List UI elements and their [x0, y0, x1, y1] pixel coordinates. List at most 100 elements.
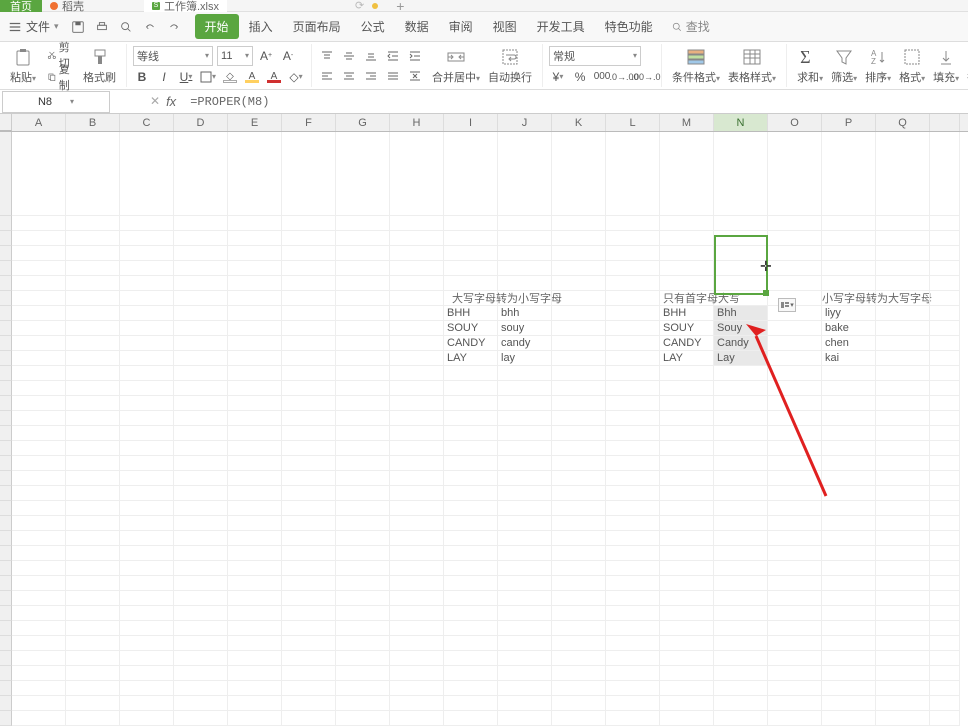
cell-N1[interactable]	[714, 132, 768, 216]
cell-Q18[interactable]	[876, 456, 930, 471]
cell-A29[interactable]	[12, 621, 66, 636]
cell-H12[interactable]	[390, 366, 444, 381]
cell-Q13[interactable]	[876, 381, 930, 396]
cell-H19[interactable]	[390, 471, 444, 486]
select-all-corner[interactable]	[0, 114, 12, 131]
cell-A22[interactable]	[12, 516, 66, 531]
cell-H22[interactable]	[390, 516, 444, 531]
cell-O18[interactable]	[768, 456, 822, 471]
cell-Q2[interactable]	[876, 216, 930, 231]
cell-H25[interactable]	[390, 561, 444, 576]
cell-R14[interactable]	[930, 396, 960, 411]
cell-Q21[interactable]	[876, 501, 930, 516]
cell-Q4[interactable]	[876, 246, 930, 261]
cell-N12[interactable]	[714, 366, 768, 381]
cell-N23[interactable]	[714, 531, 768, 546]
cell-B22[interactable]	[66, 516, 120, 531]
cell-D34[interactable]	[174, 696, 228, 711]
cell-Q7[interactable]	[876, 291, 930, 306]
italic-button[interactable]: I	[155, 68, 173, 86]
cell-M32[interactable]	[660, 666, 714, 681]
cell-O6[interactable]	[768, 276, 822, 291]
cell-K1[interactable]	[552, 132, 606, 216]
cell-N25[interactable]	[714, 561, 768, 576]
cell-I15[interactable]	[444, 411, 498, 426]
cell-E10[interactable]	[228, 336, 282, 351]
cell-G33[interactable]	[336, 681, 390, 696]
align-bottom-button[interactable]	[362, 47, 380, 65]
cancel-formula-icon[interactable]: ✕	[150, 94, 160, 109]
cell-F17[interactable]	[282, 441, 336, 456]
row-header[interactable]	[0, 651, 12, 666]
cell-C18[interactable]	[120, 456, 174, 471]
col-header-I[interactable]: I	[444, 114, 498, 131]
cell-F25[interactable]	[282, 561, 336, 576]
cell-A20[interactable]	[12, 486, 66, 501]
row-header[interactable]	[0, 456, 12, 471]
cell-P26[interactable]	[822, 576, 876, 591]
cell-A21[interactable]	[12, 501, 66, 516]
cell-H18[interactable]	[390, 456, 444, 471]
cell-O29[interactable]	[768, 621, 822, 636]
cell-E1[interactable]	[228, 132, 282, 216]
cell-A5[interactable]	[12, 261, 66, 276]
cell-R18[interactable]	[930, 456, 960, 471]
cell-K33[interactable]	[552, 681, 606, 696]
cell-P13[interactable]	[822, 381, 876, 396]
cell-C2[interactable]	[120, 216, 174, 231]
cell-D2[interactable]	[174, 216, 228, 231]
cell-A30[interactable]	[12, 636, 66, 651]
cell-B31[interactable]	[66, 651, 120, 666]
cell-R5[interactable]	[930, 261, 960, 276]
cell-H13[interactable]	[390, 381, 444, 396]
cell-N6[interactable]	[714, 276, 768, 291]
cell-G7[interactable]	[336, 291, 390, 306]
cell-J8[interactable]: bhh	[498, 306, 552, 321]
cell-L17[interactable]	[606, 441, 660, 456]
cell-L14[interactable]	[606, 396, 660, 411]
cell-O12[interactable]	[768, 366, 822, 381]
cell-I23[interactable]	[444, 531, 498, 546]
cell-H32[interactable]	[390, 666, 444, 681]
cell-C15[interactable]	[120, 411, 174, 426]
ribbon-tab-special[interactable]: 特色功能	[595, 14, 663, 39]
cell-R12[interactable]	[930, 366, 960, 381]
cell-Q28[interactable]	[876, 606, 930, 621]
col-header-F[interactable]: F	[282, 114, 336, 131]
cell-J9[interactable]: souy	[498, 321, 552, 336]
row-col-button[interactable]: 行和	[963, 47, 968, 85]
cell-I4[interactable]	[444, 246, 498, 261]
cell-K14[interactable]	[552, 396, 606, 411]
cell-R16[interactable]	[930, 426, 960, 441]
cell-O2[interactable]	[768, 216, 822, 231]
cell-Q22[interactable]	[876, 516, 930, 531]
cell-N21[interactable]	[714, 501, 768, 516]
cell-K5[interactable]	[552, 261, 606, 276]
col-header-O[interactable]: O	[768, 114, 822, 131]
cell-G16[interactable]	[336, 426, 390, 441]
cell-M12[interactable]	[660, 366, 714, 381]
cell-R6[interactable]	[930, 276, 960, 291]
cell-P16[interactable]	[822, 426, 876, 441]
cell-M17[interactable]	[660, 441, 714, 456]
cell-P30[interactable]	[822, 636, 876, 651]
tab-workbook[interactable]: S 工作簿.xlsx	[144, 0, 227, 12]
cell-J4[interactable]	[498, 246, 552, 261]
cell-Q14[interactable]	[876, 396, 930, 411]
cell-P17[interactable]	[822, 441, 876, 456]
cell-F26[interactable]	[282, 576, 336, 591]
cell-F1[interactable]	[282, 132, 336, 216]
row-header[interactable]	[0, 591, 12, 606]
cell-P6[interactable]	[822, 276, 876, 291]
cell-N34[interactable]	[714, 696, 768, 711]
cell-A35[interactable]	[12, 711, 66, 726]
underline-button[interactable]: U▾	[177, 68, 195, 86]
cell-P4[interactable]	[822, 246, 876, 261]
cell-E30[interactable]	[228, 636, 282, 651]
cell-P11[interactable]: kai	[822, 351, 876, 366]
cell-B3[interactable]	[66, 231, 120, 246]
cell-B33[interactable]	[66, 681, 120, 696]
cell-L8[interactable]	[606, 306, 660, 321]
cell-B2[interactable]	[66, 216, 120, 231]
cell-I13[interactable]	[444, 381, 498, 396]
